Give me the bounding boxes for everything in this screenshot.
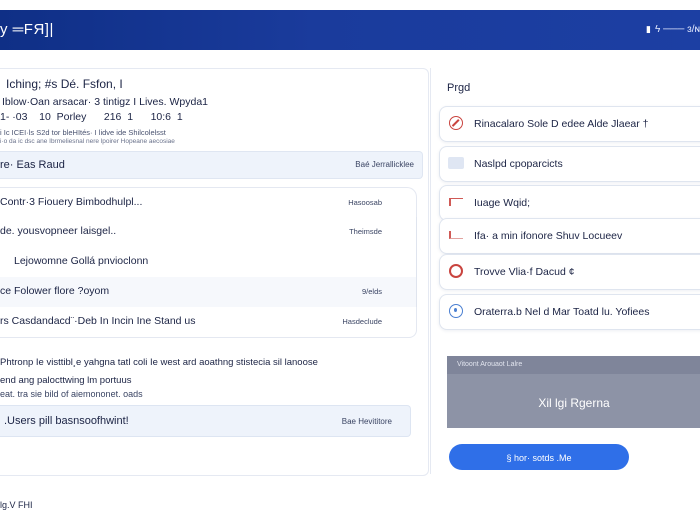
list-item-label: ce Folower flore ?oyom	[0, 285, 110, 297]
list-item[interactable]: de. yousvopneer laisgel.. Theimsde	[0, 217, 417, 248]
description-line-3: eat. tra sie bild of aiemononet. oads	[0, 389, 143, 399]
list-item[interactable]: ce Folower flore ?oyom 9/elds	[0, 277, 417, 308]
section-header-label: re· Eas Raud	[0, 159, 65, 171]
action-card-label: Trovve Vlia·f Dacud ¢	[474, 266, 575, 278]
side-panel-title: Prgd	[447, 82, 471, 94]
notice-box[interactable]: .Users pill basnsoofhwint! Bae Hevititor…	[0, 405, 411, 437]
refresh-icon	[448, 263, 464, 279]
action-card[interactable]: Ifa· a min ifonore Shuv Locueev	[439, 218, 700, 254]
section-header[interactable]: re· Eas Raud Baé Jerrallicklee	[0, 151, 423, 179]
action-card[interactable]: Naslpd cpoparcicts	[439, 146, 700, 182]
action-card-label: Oraterra.b Nel d Mar Toatd lu. Yofiees	[474, 306, 650, 318]
list-item-label: de. yousvopneer laisgel..	[0, 225, 117, 237]
app-brand[interactable]: y ═FЯ]|	[0, 21, 54, 38]
footer-text: lg.V FHI	[0, 500, 33, 510]
main-panel: Iching; #s Dé. Fsfon, I Iblow·Oan arsaca…	[0, 68, 429, 476]
info-icon	[448, 303, 464, 319]
list-item[interactable]: rs Casdandacd¨·Deb In Incin Ine Stand us…	[0, 307, 417, 338]
flag-icon	[448, 227, 464, 243]
primary-button[interactable]: § hor· sotds .Me	[449, 444, 629, 470]
no-entry-icon	[448, 115, 464, 131]
side-panel: Prgd Rinacalaro Sole D edee Alde Jlaear …	[430, 68, 700, 474]
list-item-value: Theimsde	[349, 227, 382, 236]
info-line-4: i·o da ic dsc ane Ibrmeliesnal nere lpoi…	[0, 138, 175, 145]
list-item-value: 9/elds	[361, 287, 382, 296]
action-card[interactable]: Trovve Vlia·f Dacud ¢	[439, 254, 700, 290]
list-item-label: Contr·3 Fiouery Bimbodhulpl...	[0, 196, 143, 208]
action-card-label: Naslpd cpoparcicts	[474, 158, 563, 170]
list-item-value: Hasoosab	[348, 198, 382, 207]
preview-panel: Vitoont Arouaot Lalre Xil lgi Rgerna	[447, 356, 700, 428]
top-app-bar: y ═FЯ]| ▮ ϟ ─── ɜ/ɴ	[0, 10, 700, 50]
action-card-label: Rinacalaro Sole D edee Alde Jlaear †	[474, 118, 649, 130]
tag-icon	[448, 155, 464, 171]
info-title: Iching; #s Dé. Fsfon, I	[6, 77, 123, 91]
list-item[interactable]: Lejowomne Gollá pnvioclonn	[0, 247, 417, 278]
action-card-label: Iuage Wqid;	[474, 197, 531, 209]
info-line-1: Iblow·Oan arsacar· 3 tintigz I Lives. Wp…	[2, 96, 209, 108]
list-item-value: Hasdeclude	[342, 317, 382, 326]
action-card[interactable]: Rinacalaro Sole D edee Alde Jlaear †	[439, 106, 700, 142]
info-line-2: 1- ·03 10 Porley 216 1 10:6 1	[0, 111, 183, 123]
header-menu-icon[interactable]: ▮	[646, 24, 651, 35]
description-line-1: Phtronp Ie visttibl¸e yahgna tatl coli I…	[0, 357, 318, 368]
list-item-label: Lejowomne Gollá pnvioclonn	[14, 255, 149, 267]
notice-label: .Users pill basnsoofhwint!	[4, 415, 129, 427]
description-line-2: end ang palocttwing lm portuus	[0, 375, 132, 386]
list-item-label: rs Casdandacd¨·Deb In Incin Ine Stand us	[0, 315, 196, 327]
action-card[interactable]: Oraterra.b Nel d Mar Toatd lu. Yofiees	[439, 294, 700, 330]
flag-icon	[448, 194, 464, 210]
section-header-action[interactable]: Baé Jerrallicklee	[355, 160, 414, 169]
preview-caption: Vitoont Arouaot Lalre	[447, 356, 700, 374]
action-card[interactable]: Iuage Wqid;	[439, 185, 700, 221]
list-item[interactable]: Contr·3 Fiouery Bimbodhulpl... Hasoosab	[0, 187, 417, 219]
header-status[interactable]: ▮ ϟ ─── ɜ/ɴ	[646, 24, 700, 35]
notice-action[interactable]: Bae Hevititore	[342, 417, 392, 426]
info-line-3: i Ic ICEI·ls S2d tor bleHItés· I lidve i…	[0, 128, 166, 137]
header-right-label: ϟ ─── ɜ/ɴ	[655, 24, 700, 35]
preview-text: Xil lgi Rgerna	[538, 396, 610, 410]
action-card-label: Ifa· a min ifonore Shuv Locueev	[474, 230, 623, 242]
